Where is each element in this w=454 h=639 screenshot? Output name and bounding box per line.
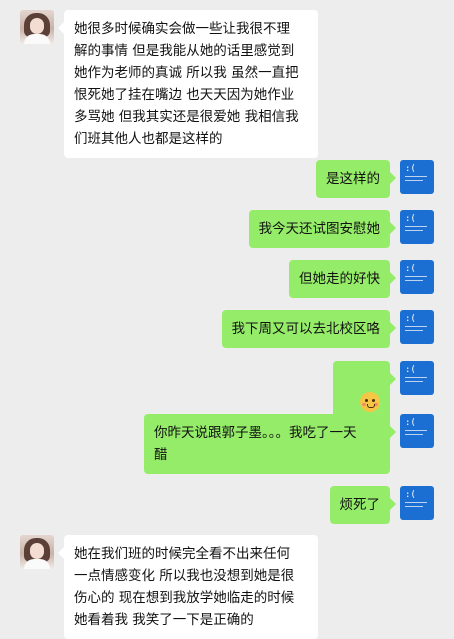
self-avatar[interactable]: :( [400, 160, 434, 194]
message-bubble[interactable]: 烦死了 [329, 486, 396, 524]
self-avatar[interactable]: :( [400, 361, 434, 395]
sad-face-text: :( [405, 214, 416, 224]
message-row-incoming: 她在我们班的时候完全看不出来任何 一点情感变化 所以我也没想到她是很 伤心的 现… [20, 535, 318, 639]
message-bubble[interactable]: 她很多时候确实会做一些让我很不理 解的事情 但是我能从她的话里感觉到 她作为老师… [58, 10, 318, 158]
message-bubble[interactable]: 你昨天说跟郭子墨。。。我吃了一天 醋 [144, 414, 396, 474]
message-row-outgoing: :( 我今天还试图安慰她 [248, 210, 434, 248]
message-row-outgoing: :( 但她走的好快 [289, 260, 434, 298]
message-row-outgoing: :( 你昨天说跟郭子墨。。。我吃了一天 醋 [144, 414, 434, 474]
self-avatar[interactable]: :( [400, 210, 434, 244]
message-row-outgoing: :( 烦死了 [329, 486, 434, 524]
self-avatar[interactable]: :( [400, 260, 434, 294]
sad-face-text: :( [405, 418, 416, 428]
self-avatar[interactable]: :( [400, 486, 434, 520]
message-bubble[interactable]: 我下周又可以去北校区咯 [221, 310, 396, 348]
message-bubble[interactable]: 她在我们班的时候完全看不出来任何 一点情感变化 所以我也没想到她是很 伤心的 现… [58, 535, 318, 639]
message-bubble[interactable]: 但她走的好快 [289, 260, 396, 298]
blushing-face-icon [360, 392, 380, 412]
message-row-outgoing: :( 是这样的 [316, 160, 434, 198]
message-bubble[interactable]: 是这样的 [316, 160, 396, 198]
self-avatar[interactable]: :( [400, 414, 434, 448]
sad-face-text: :( [405, 314, 416, 324]
sad-face-text: :( [405, 164, 416, 174]
message-row-outgoing: :( 我下周又可以去北校区咯 [221, 310, 434, 348]
message-row-incoming: 她很多时候确实会做一些让我很不理 解的事情 但是我能从她的话里感觉到 她作为老师… [20, 10, 318, 158]
contact-avatar[interactable] [20, 10, 54, 44]
sad-face-text: :( [405, 264, 416, 274]
sad-face-text: :( [405, 490, 416, 500]
sad-face-text: :( [405, 365, 416, 375]
contact-avatar[interactable] [20, 535, 54, 569]
self-avatar[interactable]: :( [400, 310, 434, 344]
message-bubble[interactable]: 我今天还试图安慰她 [248, 210, 396, 248]
